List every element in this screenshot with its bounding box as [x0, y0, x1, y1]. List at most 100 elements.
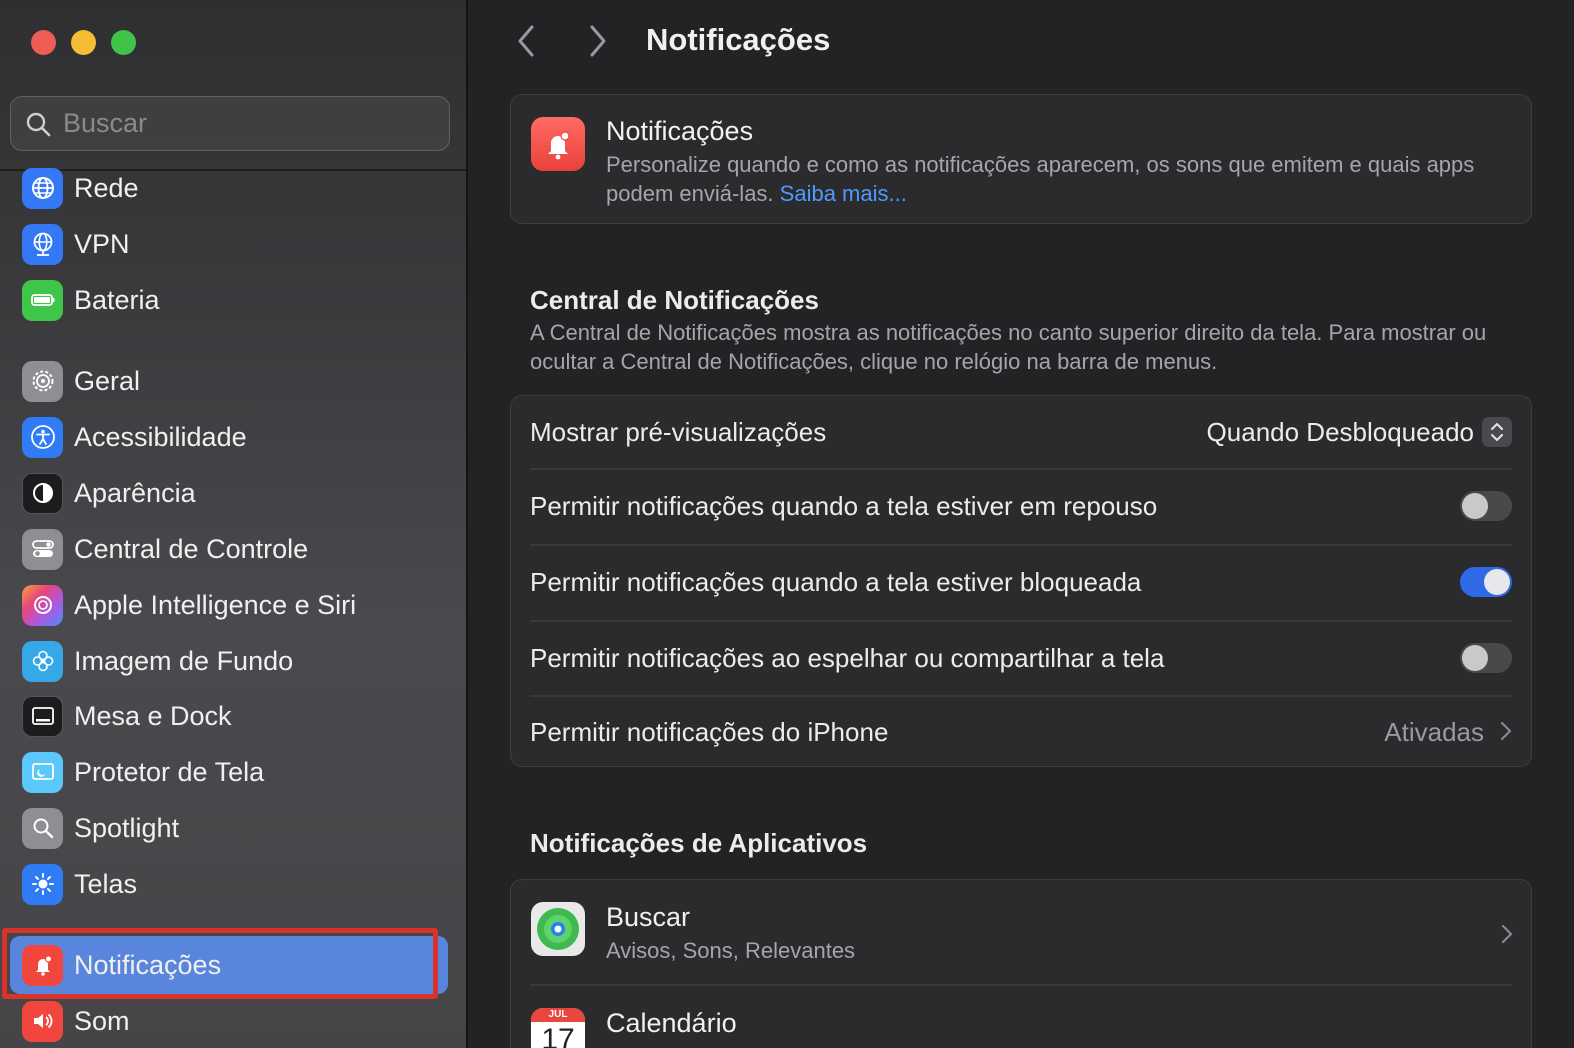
mirror-notifications-label: Permitir notificações ao espelhar ou com… [530, 642, 1165, 673]
info-card-description-text: Personalize quando e como as notificaçõe… [606, 152, 1475, 206]
sidebar-item-geral[interactable]: Geral [22, 359, 442, 403]
sidebar-item-mesa-e-dock[interactable]: Mesa e Dock [22, 694, 442, 738]
sidebar-item-bateria[interactable]: Bateria [22, 278, 442, 322]
globe-icon [22, 167, 63, 209]
sidebar-item-label: VPN [74, 228, 130, 259]
close-window-button[interactable] [31, 30, 56, 55]
updown-chevron-icon [1482, 417, 1512, 447]
notifications-info-card: Notificações Personalize quando e como a… [510, 94, 1532, 224]
iphone-notifications-label: Permitir notificações do iPhone [530, 716, 889, 747]
sleep-notifications-toggle[interactable] [1460, 491, 1512, 521]
calendar-month: JUL [531, 1008, 585, 1022]
window-controls [31, 30, 136, 55]
accessibility-icon [22, 416, 63, 458]
mirror-notifications-row: Permitir notificações ao espelhar ou com… [530, 638, 1512, 678]
search-input[interactable] [63, 108, 423, 139]
sidebar-item-som[interactable]: Som [22, 999, 442, 1043]
sidebar-item-label: Protetor de Tela [74, 756, 265, 787]
sidebar-item-label: Rede [74, 172, 139, 203]
search-icon [26, 112, 51, 136]
sidebar-item-rede[interactable]: Rede [22, 166, 442, 210]
calendar-icon: JUL 17 [531, 1008, 585, 1048]
chevron-right-icon [1501, 924, 1513, 949]
sidebar-item-vpn[interactable]: VPN [22, 222, 442, 266]
iphone-notifications-row[interactable]: Permitir notificações do iPhone Ativadas [530, 712, 1512, 752]
info-card-title: Notificações [606, 116, 754, 146]
find-my-icon [531, 902, 585, 956]
search-field[interactable] [10, 96, 450, 151]
toggle-knob [1462, 645, 1488, 671]
highlight-annotation [2, 928, 438, 999]
app-notifications-card: Buscar Avisos, Sons, Relevantes JUL 17 C… [510, 879, 1532, 1048]
previews-value: Quando Desbloqueado [1206, 416, 1474, 447]
sidebar-item-label: Spotlight [74, 812, 180, 843]
iphone-notifications-value-group: Ativadas [1384, 717, 1512, 748]
vpn-globe-icon [22, 223, 63, 265]
control-center-icon [22, 528, 63, 570]
screensaver-icon [22, 751, 63, 793]
sidebar-item-apple-intelligence-siri[interactable]: Apple Intelligence e Siri [22, 583, 442, 627]
sidebar-item-label: Geral [74, 365, 141, 396]
row-divider [530, 620, 1512, 622]
row-divider [530, 544, 1512, 546]
sidebar-item-aparencia[interactable]: Aparência [22, 471, 442, 515]
sidebar-item-protetor-de-tela[interactable]: Protetor de Tela [22, 750, 442, 794]
locked-notifications-toggle[interactable] [1460, 567, 1512, 597]
chevron-left-icon [518, 25, 534, 57]
app-name: Calendário [606, 1008, 737, 1038]
central-settings-card: Mostrar pré-visualizações Quando Desbloq… [510, 395, 1532, 767]
sidebar-item-label: Apple Intelligence e Siri [74, 589, 357, 620]
sidebar-item-label: Mesa e Dock [74, 700, 232, 731]
sidebar-item-label: Central de Controle [74, 533, 309, 564]
displays-icon [22, 863, 63, 905]
sidebar-item-imagem-de-fundo[interactable]: Imagem de Fundo [22, 639, 442, 683]
sound-icon [22, 1000, 63, 1042]
section-title-central: Central de Notificações [530, 285, 819, 315]
spotlight-icon [22, 807, 63, 849]
dock-icon [22, 695, 63, 737]
mirror-notifications-toggle[interactable] [1460, 643, 1512, 673]
row-divider [530, 695, 1512, 697]
battery-icon [22, 279, 63, 321]
notifications-bell-icon [531, 117, 585, 171]
sidebar-item-central-de-controle[interactable]: Central de Controle [22, 527, 442, 571]
app-name: Buscar [606, 902, 691, 932]
sidebar-item-label: Imagem de Fundo [74, 645, 294, 676]
chevron-right-icon [1500, 717, 1512, 748]
app-row-calendario[interactable]: JUL 17 Calendário [531, 1008, 1513, 1048]
gear-icon [22, 360, 63, 402]
calendar-day: 17 [541, 1023, 575, 1048]
sidebar-item-spotlight[interactable]: Spotlight [22, 806, 442, 850]
toggle-knob [1462, 493, 1488, 519]
section-title-apps: Notificações de Aplicativos [530, 828, 868, 858]
sleep-notifications-row: Permitir notificações quando a tela esti… [530, 486, 1512, 526]
minimize-window-button[interactable] [71, 30, 96, 55]
learn-more-link[interactable]: Saiba mais... [780, 181, 907, 206]
back-button[interactable] [508, 23, 544, 59]
previews-label: Mostrar pré-visualizações [530, 416, 827, 447]
info-card-description: Personalize quando e como as notificaçõe… [606, 150, 1506, 208]
appearance-icon [22, 472, 63, 514]
sidebar-item-telas[interactable]: Telas [22, 862, 442, 906]
forward-button[interactable] [580, 23, 616, 59]
zoom-window-button[interactable] [111, 30, 136, 55]
app-row-buscar[interactable]: Buscar Avisos, Sons, Relevantes [531, 902, 1513, 982]
sidebar-item-acessibilidade[interactable]: Acessibilidade [22, 415, 442, 459]
chevron-right-icon [590, 25, 606, 57]
previews-row: Mostrar pré-visualizações Quando Desbloq… [530, 412, 1512, 452]
row-divider [530, 468, 1512, 470]
sidebar: Rede VPN Bateria Geral Acessibilidade Ap… [0, 0, 468, 1048]
locked-notifications-row: Permitir notificações quando a tela esti… [530, 562, 1512, 602]
sleep-notifications-label: Permitir notificações quando a tela esti… [530, 490, 1158, 521]
page-title: Notificações [646, 22, 831, 57]
row-divider [530, 984, 1512, 986]
iphone-notifications-value: Ativadas [1384, 716, 1484, 747]
sidebar-item-label: Telas [74, 868, 138, 899]
main-content: Notificações Notificações Personalize qu… [470, 0, 1574, 1048]
sidebar-item-label: Bateria [74, 284, 160, 315]
wallpaper-icon [22, 640, 63, 682]
sidebar-item-label: Acessibilidade [74, 421, 247, 452]
toggle-knob [1484, 569, 1510, 595]
previews-popup-button[interactable]: Quando Desbloqueado [1207, 417, 1512, 448]
sidebar-item-label: Aparência [74, 477, 196, 508]
